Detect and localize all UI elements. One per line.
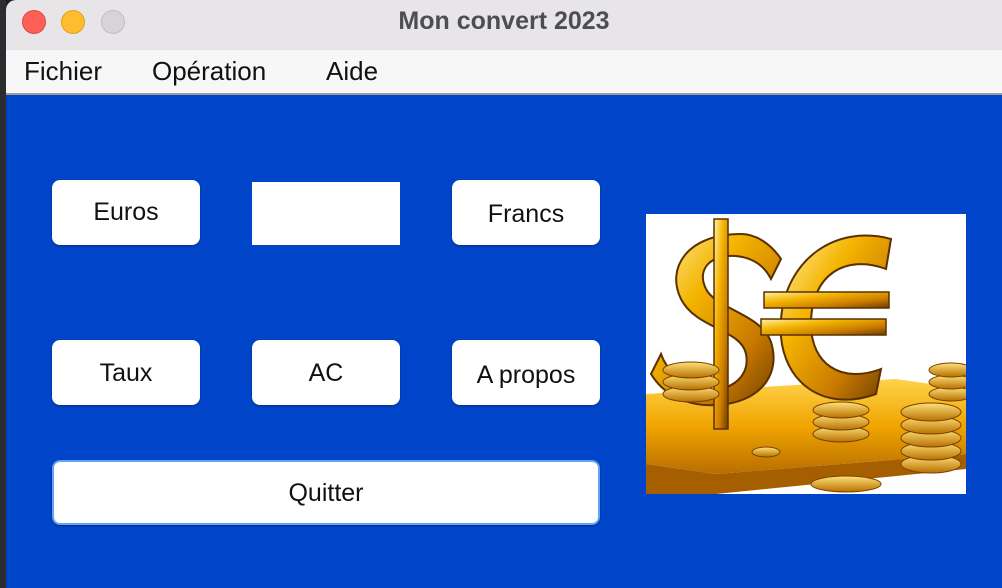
menu-aide[interactable]: Aide (326, 50, 378, 93)
menu-operation[interactable]: Opération (152, 50, 266, 93)
about-button[interactable]: A propos (452, 340, 600, 405)
menu-bar: Fichier Opération Aide (6, 50, 1002, 95)
title-bar: Mon convert 2023 (6, 0, 1002, 51)
euros-button[interactable]: Euros (52, 180, 200, 245)
clear-button[interactable]: AC (252, 340, 400, 405)
app-window: Mon convert 2023 Fichier Opération Aide … (6, 0, 1002, 588)
quit-button[interactable]: Quitter (52, 460, 600, 525)
menu-fichier[interactable]: Fichier (24, 50, 102, 93)
taux-button[interactable]: Taux (52, 340, 200, 405)
francs-button[interactable]: Francs (452, 180, 600, 245)
amount-input[interactable] (252, 182, 400, 245)
dollar-euro-gold-illustration (646, 214, 966, 494)
window-title: Mon convert 2023 (398, 7, 610, 35)
currency-image (646, 214, 966, 494)
